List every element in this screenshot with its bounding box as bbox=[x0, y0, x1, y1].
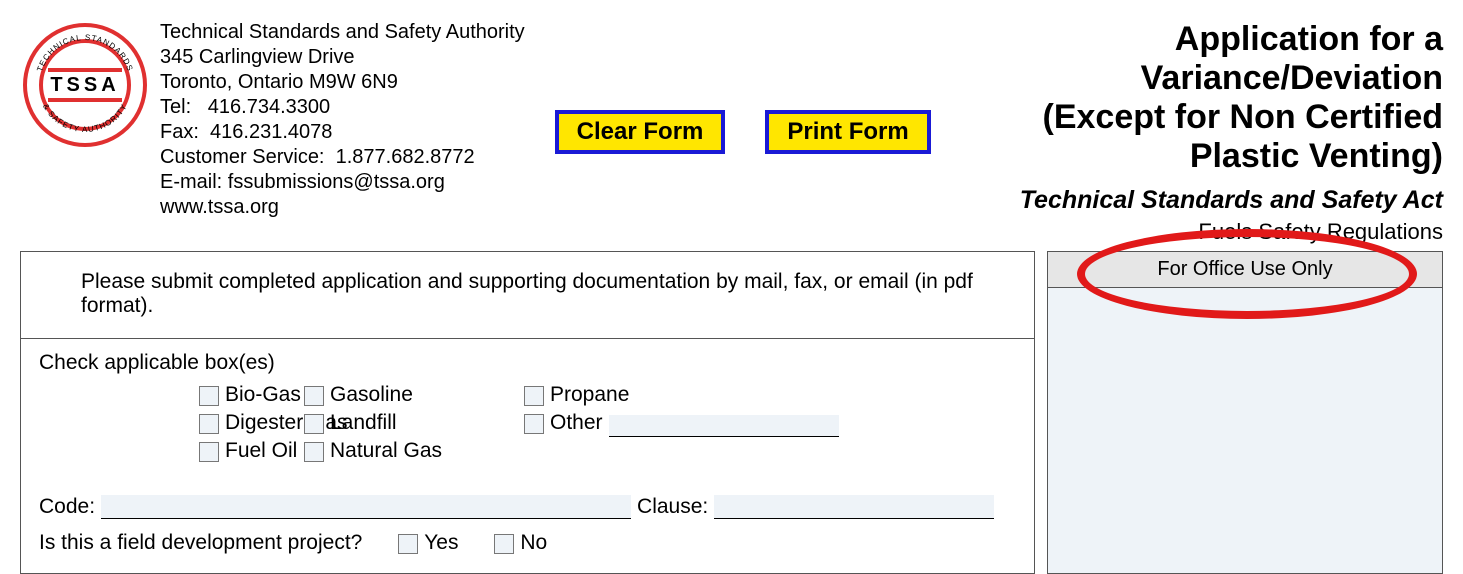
label-propane: Propane bbox=[550, 383, 629, 406]
email-label: E-mail: bbox=[160, 171, 222, 193]
checkbox-digester[interactable] bbox=[199, 414, 219, 434]
check-col-1: Bio-Gas Digester Gas Fuel Oil bbox=[39, 381, 304, 465]
email-value: fssubmissions@tssa.org bbox=[228, 171, 445, 193]
tel-label: Tel: bbox=[160, 96, 191, 118]
org-cs: Customer Service: 1.877.682.8772 bbox=[160, 145, 525, 170]
org-addr2: Toronto, Ontario M9W 6N9 bbox=[160, 70, 525, 95]
label-biogas: Bio-Gas bbox=[225, 383, 301, 406]
org-tel: Tel: 416.734.3300 bbox=[160, 95, 525, 120]
code-input[interactable] bbox=[101, 495, 631, 519]
title-sub2: Fuels Safety Regulations bbox=[941, 219, 1443, 245]
label-naturalgas: Natural Gas bbox=[330, 439, 442, 462]
check-col-2: Gasoline Landfill Natural Gas bbox=[304, 381, 524, 465]
label-fueloil: Fuel Oil bbox=[225, 439, 297, 462]
svg-text:& SAFETY AUTHORITY: & SAFETY AUTHORITY bbox=[41, 102, 129, 134]
title-line1: Application for a Variance/Deviation bbox=[941, 20, 1443, 98]
tssa-logo-icon: TSSA TECHNICAL STANDARDS & SAFETY AUTHOR… bbox=[20, 20, 150, 150]
office-use-column: For Office Use Only bbox=[1047, 251, 1443, 574]
org-fax: Fax: 416.231.4078 bbox=[160, 120, 525, 145]
clear-form-button[interactable]: Clear Form bbox=[555, 110, 726, 154]
check-columns: Bio-Gas Digester Gas Fuel Oil Gasoline L… bbox=[39, 381, 1016, 465]
checkbox-biogas[interactable] bbox=[199, 386, 219, 406]
checkbox-gasoline[interactable] bbox=[304, 386, 324, 406]
print-form-button[interactable]: Print Form bbox=[765, 110, 930, 154]
label-gasoline: Gasoline bbox=[330, 383, 413, 406]
form-body: Please submit completed application and … bbox=[20, 251, 1443, 574]
title-line2: (Except for Non Certified Plastic Ventin… bbox=[941, 98, 1443, 176]
label-other: Other bbox=[550, 411, 603, 434]
checkbox-propane[interactable] bbox=[524, 386, 544, 406]
svg-text:TECHNICAL STANDARDS: TECHNICAL STANDARDS bbox=[35, 33, 135, 73]
checkbox-landfill[interactable] bbox=[304, 414, 324, 434]
checkbox-naturalgas[interactable] bbox=[304, 442, 324, 462]
tel-value: 416.734.3300 bbox=[208, 96, 330, 118]
check-col-3: Propane Other bbox=[524, 381, 839, 465]
office-use-body bbox=[1047, 288, 1443, 574]
fax-value: 416.231.4078 bbox=[210, 121, 332, 143]
svg-text:TSSA: TSSA bbox=[50, 74, 119, 96]
cs-value: 1.877.682.8772 bbox=[336, 146, 475, 168]
title-sub1: Technical Standards and Safety Act bbox=[941, 186, 1443, 215]
header: TSSA TECHNICAL STANDARDS & SAFETY AUTHOR… bbox=[20, 20, 1443, 245]
checkbox-section: Check applicable box(es) Bio-Gas Digeste… bbox=[21, 339, 1034, 573]
org-web: www.tssa.org bbox=[160, 195, 525, 220]
org-email: E-mail: fssubmissions@tssa.org bbox=[160, 170, 525, 195]
clause-input[interactable] bbox=[714, 495, 994, 519]
check-label: Check applicable box(es) bbox=[39, 351, 1016, 375]
checkbox-no[interactable] bbox=[494, 534, 514, 554]
form-left: Please submit completed application and … bbox=[20, 251, 1035, 574]
label-landfill: Landfill bbox=[330, 411, 397, 434]
title-block: Application for a Variance/Deviation (Ex… bbox=[931, 20, 1443, 245]
checkbox-other[interactable] bbox=[524, 414, 544, 434]
fax-label: Fax: bbox=[160, 121, 199, 143]
code-label: Code: bbox=[39, 495, 95, 519]
submit-instructions: Please submit completed application and … bbox=[21, 252, 1034, 339]
cs-label: Customer Service: bbox=[160, 146, 325, 168]
code-clause-row: Code: Clause: bbox=[39, 495, 1016, 519]
org-info: Technical Standards and Safety Authority… bbox=[160, 20, 525, 220]
checkbox-yes[interactable] bbox=[398, 534, 418, 554]
clause-label: Clause: bbox=[637, 495, 708, 519]
org-addr1: 345 Carlingview Drive bbox=[160, 45, 525, 70]
logo-block: TSSA TECHNICAL STANDARDS & SAFETY AUTHOR… bbox=[20, 20, 525, 220]
form-buttons: Clear Form Print Form bbox=[525, 20, 931, 154]
checkbox-fueloil[interactable] bbox=[199, 442, 219, 462]
org-name: Technical Standards and Safety Authority bbox=[160, 20, 525, 45]
office-use-header: For Office Use Only bbox=[1047, 251, 1443, 288]
other-text-input[interactable] bbox=[609, 415, 839, 437]
